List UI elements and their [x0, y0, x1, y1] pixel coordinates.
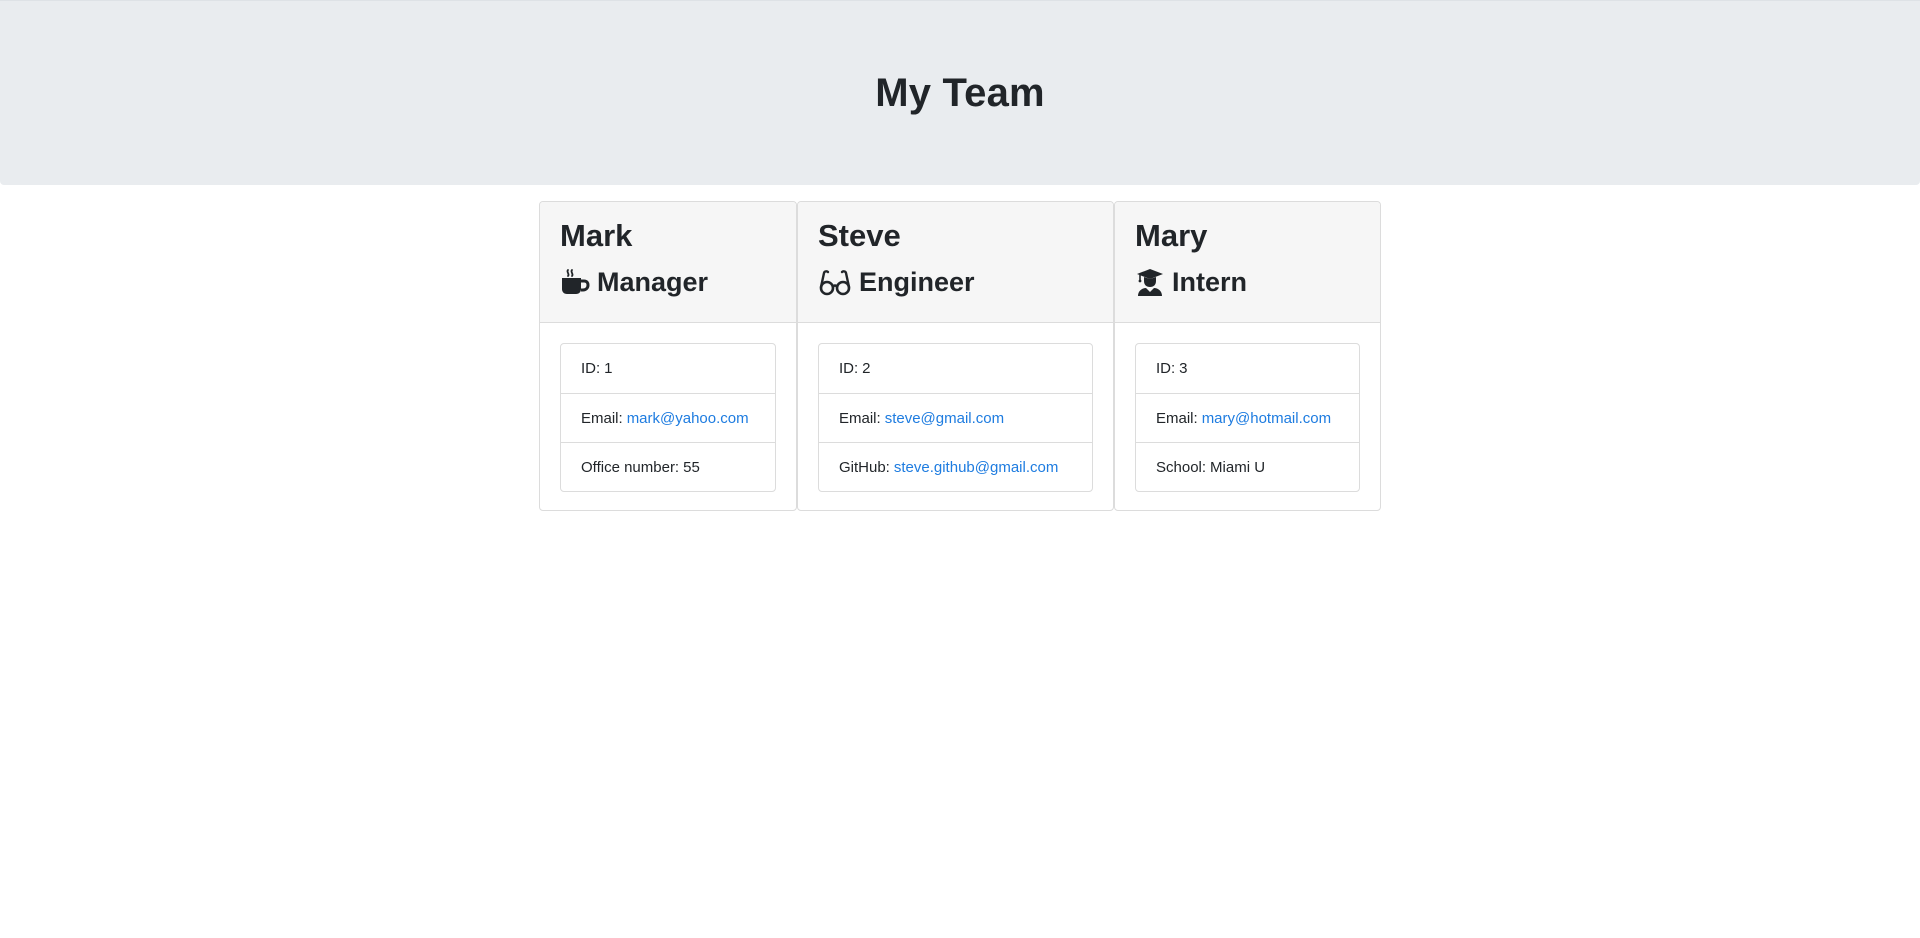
office-number-row: Office number: 55: [561, 442, 775, 491]
engineer-card: Steve Engineer ID: 2 Email: steve@gmail.…: [797, 201, 1114, 511]
info-list: ID: 1 Email: mark@yahoo.com Office numbe…: [560, 343, 776, 492]
card-header: Steve Engineer: [798, 202, 1113, 323]
school-label: School:: [1156, 458, 1207, 476]
employee-name: Mary: [1135, 218, 1208, 253]
employee-role: Engineer: [818, 264, 1093, 300]
employee-role: Manager: [560, 264, 776, 300]
github-row: GitHub: steve.github@gmail.com: [819, 442, 1092, 491]
github-label: GitHub:: [839, 458, 890, 476]
employee-name: Steve: [818, 218, 901, 253]
manager-card: Mark Manager ID: 1 Email: mark@yahoo.com…: [539, 201, 797, 511]
id-label: ID:: [839, 360, 859, 377]
team-cards: Mark Manager ID: 1 Email: mark@yahoo.com…: [539, 201, 1381, 511]
employee-name: Mark: [560, 218, 633, 253]
email-row: Email: mark@yahoo.com: [561, 393, 775, 442]
card-body: ID: 1 Email: mark@yahoo.com Office numbe…: [540, 323, 796, 512]
graduate-icon: [1135, 267, 1165, 297]
header-jumbotron: My Team: [0, 0, 1920, 185]
email-link[interactable]: mark@yahoo.com: [627, 410, 749, 427]
id-row: ID: 2: [819, 344, 1092, 393]
employee-role: Intern: [1135, 264, 1360, 300]
role-label: Engineer: [859, 267, 975, 297]
office-number-value: 55: [683, 458, 700, 476]
id-value: 1: [604, 360, 613, 377]
id-label: ID:: [581, 360, 601, 377]
github-link[interactable]: steve.github@gmail.com: [894, 459, 1058, 476]
intern-card: Mary Intern ID: 3 Email: mary@hotmail.co…: [1114, 201, 1381, 511]
id-row: ID: 3: [1136, 344, 1359, 393]
email-label: Email:: [581, 409, 623, 427]
email-row: Email: mary@hotmail.com: [1136, 393, 1359, 442]
id-row: ID: 1: [561, 344, 775, 393]
email-link[interactable]: steve@gmail.com: [885, 410, 1004, 427]
email-row: Email: steve@gmail.com: [819, 393, 1092, 442]
info-list: ID: 2 Email: steve@gmail.com GitHub: ste…: [818, 343, 1093, 492]
page-title: My Team: [875, 70, 1045, 115]
role-label: Manager: [597, 267, 709, 297]
card-header: Mary Intern: [1115, 202, 1380, 323]
role-label: Intern: [1172, 267, 1248, 297]
card-body: ID: 2 Email: steve@gmail.com GitHub: ste…: [798, 323, 1113, 512]
card-body: ID: 3 Email: mary@hotmail.com School: Mi…: [1115, 323, 1380, 512]
school-row: School: Miami U: [1136, 442, 1359, 491]
info-list: ID: 3 Email: mary@hotmail.com School: Mi…: [1135, 343, 1360, 492]
card-header: Mark Manager: [540, 202, 796, 323]
id-value: 3: [1179, 360, 1188, 377]
office-number-label: Office number:: [581, 458, 680, 476]
school-value: Miami U: [1210, 458, 1266, 476]
email-label: Email:: [1156, 409, 1198, 427]
email-link[interactable]: mary@hotmail.com: [1202, 410, 1331, 427]
email-label: Email:: [839, 409, 881, 427]
id-label: ID:: [1156, 360, 1176, 377]
glasses-icon: [818, 267, 852, 297]
id-value: 2: [862, 360, 871, 377]
coffee-mug-icon: [560, 267, 590, 297]
